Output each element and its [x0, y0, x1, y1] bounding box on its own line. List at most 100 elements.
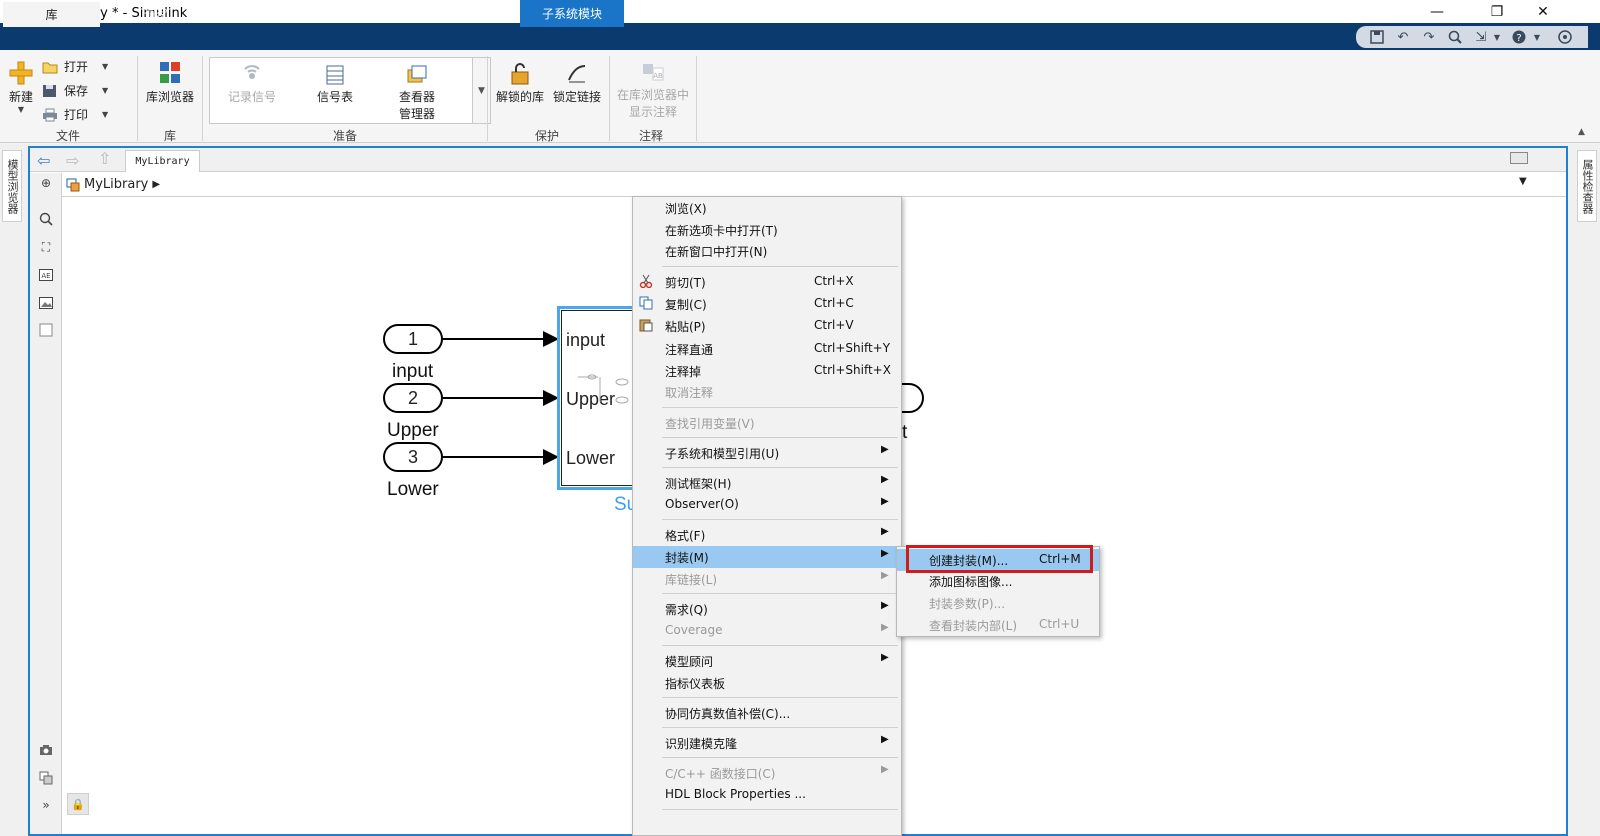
menu-item-requirements[interactable]: 需求(Q) ▶	[633, 598, 901, 620]
svg-text:AB: AB	[653, 72, 663, 80]
tab-mylibrary[interactable]: MyLibrary	[125, 150, 200, 172]
menu-item-library-link[interactable]: 库链接(L) ▶	[633, 568, 901, 590]
submenu-item-add-icon-image[interactable]: 添加图标图像...	[897, 570, 1099, 592]
keyboard-icon[interactable]	[1510, 152, 1528, 164]
menu-item-hdl-block-properties[interactable]: HDL Block Properties ...	[633, 784, 901, 806]
inport-block[interactable]: 3	[383, 442, 443, 472]
lock-icon[interactable]: 🔒	[67, 793, 89, 815]
viewer-manager-button[interactable]: 查看器 管理器	[390, 64, 444, 122]
signal-line[interactable]	[443, 397, 543, 399]
subsystem-port-label: Lower	[566, 448, 616, 468]
chevron-down-icon[interactable]: ▼	[1488, 28, 1506, 46]
menu-item-uncomment[interactable]: 取消注释	[633, 381, 901, 403]
submenu-item-look-under-mask[interactable]: 查看封装内部(L) Ctrl+U	[897, 614, 1099, 636]
inport-block[interactable]: 2	[383, 383, 443, 413]
tab-debug[interactable]: 调试	[106, 2, 206, 27]
gallery-expand-button[interactable]: ▼	[473, 57, 491, 124]
menu-separator	[662, 757, 898, 758]
menu-item-comment-out[interactable]: 注释掉 Ctrl+Shift+X	[633, 360, 901, 382]
menu-item-browse[interactable]: 浏览(X)	[633, 197, 901, 219]
menu-item-cosim-compensation[interactable]: 协同仿真数值补偿(C)...	[633, 702, 901, 724]
menu-separator	[662, 266, 898, 267]
signal-table-button[interactable]: 信号表	[305, 64, 365, 105]
menu-item-coverage[interactable]: Coverage ▶	[633, 620, 901, 642]
tab-modeling[interactable]: 建模	[210, 2, 310, 27]
fit-to-view-icon[interactable]: ⛶	[38, 239, 54, 255]
chevron-down-icon[interactable]: ▼	[1528, 28, 1546, 46]
tab-format[interactable]: 格式	[314, 2, 414, 27]
menu-item-cpp-function-interface[interactable]: C/C++ 函数接口(C) ▶	[633, 762, 901, 784]
highlight-annotation-box	[906, 545, 1093, 573]
unlocked-library-button[interactable]: 解锁的库	[492, 60, 548, 105]
redo-icon[interactable]: ↷	[1420, 28, 1438, 46]
tab-subsystem-block[interactable]: 子系统模块	[520, 0, 624, 27]
text-annotation-icon[interactable]: AE	[38, 267, 54, 283]
record-signal-button[interactable]: 记录信号	[222, 64, 282, 105]
menu-item-find-referenced-variables[interactable]: 查找引用变量(V)	[633, 412, 901, 434]
ribbon-separator	[609, 56, 610, 141]
menu-item-comment-through[interactable]: 注释直通 Ctrl+Shift+Y	[633, 338, 901, 360]
signal-line[interactable]	[443, 338, 543, 340]
inport-block[interactable]: 1	[383, 324, 443, 354]
undo-icon[interactable]: ↶	[1394, 28, 1412, 46]
menu-item-metrics-dashboard[interactable]: 指标仪表板	[633, 672, 901, 694]
new-button[interactable]: 新建 ▼	[4, 60, 38, 114]
tab-apps[interactable]: APP	[418, 2, 518, 27]
menu-item-open-in-new-window[interactable]: 在新窗口中打开(N)	[633, 240, 901, 262]
tab-library[interactable]: 库	[3, 2, 100, 27]
menu-separator	[662, 697, 898, 698]
menu-item-model-advisor[interactable]: 模型顾问 ▶	[633, 650, 901, 672]
menu-item-identify-clones[interactable]: 识别建模克隆 ▶	[633, 732, 901, 754]
menu-separator	[662, 809, 898, 810]
hide-browser-icon[interactable]: ⊕	[38, 175, 54, 191]
unlock-icon	[511, 63, 529, 85]
menu-separator	[662, 645, 898, 646]
collapse-ribbon-icon[interactable]: ▲	[1578, 127, 1585, 137]
library-browser-button[interactable]: 库浏览器	[143, 60, 197, 105]
model-data-icon[interactable]	[38, 770, 54, 786]
save-button[interactable]: 保存 ▼	[42, 82, 108, 99]
image-annotation-icon[interactable]	[38, 295, 54, 311]
search-icon[interactable]	[1446, 28, 1464, 46]
save-icon	[43, 84, 56, 97]
settings-icon[interactable]	[1556, 28, 1574, 46]
ribbon-separator	[202, 56, 203, 141]
show-annotation-button[interactable]: AB 在库浏览器中 显示注释	[614, 60, 692, 120]
open-button[interactable]: 打开 ▼	[42, 58, 108, 75]
forward-arrow-icon[interactable]: ⇨	[66, 151, 79, 170]
lock-link-icon	[568, 65, 586, 83]
menu-item-open-in-new-tab[interactable]: 在新选项卡中打开(T)	[633, 219, 901, 241]
back-arrow-icon[interactable]: ⇦	[37, 151, 50, 170]
model-browser-tab[interactable]: 模型浏览器	[2, 150, 22, 222]
menu-item-test-harness[interactable]: 测试框架(H) ▶	[633, 472, 901, 494]
area-icon[interactable]	[38, 322, 54, 338]
up-arrow-icon[interactable]: ⇧	[98, 149, 111, 168]
zoom-icon[interactable]	[38, 211, 54, 227]
ribbon-separator	[487, 56, 488, 141]
breadcrumb[interactable]: MyLibrary ▶	[66, 177, 160, 192]
help-icon[interactable]: ?	[1510, 28, 1528, 46]
menu-separator	[662, 407, 898, 408]
property-inspector-tab[interactable]: 属性检查器	[1577, 150, 1597, 222]
expand-more-icon[interactable]: »	[38, 797, 54, 813]
print-button[interactable]: 打印 ▼	[42, 106, 108, 123]
close-button[interactable]: ✕	[1520, 0, 1566, 23]
menu-item-copy[interactable]: 复制(C) Ctrl+C	[633, 293, 901, 315]
signal-line[interactable]	[443, 456, 543, 458]
menu-item-observer[interactable]: Observer(O) ▶	[633, 494, 901, 516]
submenu-item-mask-parameters[interactable]: 封装参数(P)...	[897, 592, 1099, 614]
signal-table-icon	[326, 65, 344, 85]
address-dropdown-icon[interactable]: ▼	[1519, 176, 1527, 187]
save-icon[interactable]	[1368, 28, 1386, 46]
restore-button[interactable]: ❐	[1474, 0, 1520, 23]
menu-item-cut[interactable]: 剪切(T) Ctrl+X	[633, 271, 901, 293]
lock-link-button[interactable]: 锁定链接	[550, 60, 604, 105]
menu-item-subsystem-model-reference[interactable]: 子系统和模型引用(U) ▶	[633, 442, 901, 464]
new-icon	[9, 61, 33, 85]
menu-item-format[interactable]: 格式(F) ▶	[633, 524, 901, 546]
camera-icon[interactable]	[38, 742, 54, 758]
menu-item-paste[interactable]: 粘贴(P) Ctrl+V	[633, 315, 901, 337]
minimize-button[interactable]: —	[1414, 0, 1460, 23]
menu-item-mask[interactable]: 封装(M) ▶	[633, 546, 901, 568]
left-side-strip	[0, 143, 24, 836]
